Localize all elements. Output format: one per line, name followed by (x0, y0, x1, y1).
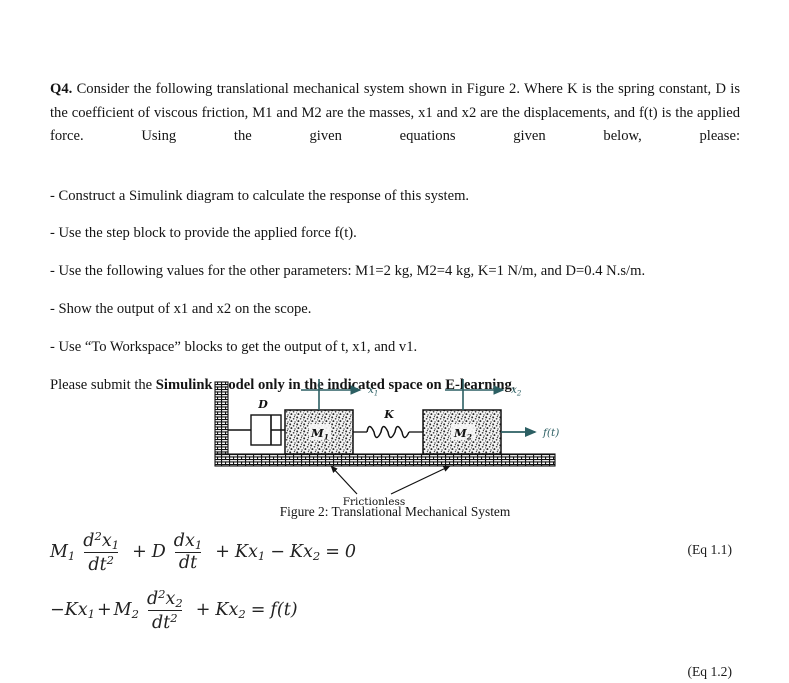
fixed-wall (214, 381, 229, 455)
displacement-x2-marker: x2 (445, 379, 522, 410)
bullet-item-2: - Use the step block to provide the appl… (50, 225, 357, 242)
document-page: Q4. Consider the following translational… (0, 0, 789, 683)
eq2-equals: = (250, 600, 266, 621)
eq2-frac-1: d2x2 dt2 (146, 587, 183, 634)
mechanical-system-diagram: D M1 x1 K M2 x2 f(t) Frictionless (214, 379, 559, 508)
frictionless-callout: Frictionless (330, 465, 451, 508)
eq2-plus-1: + (96, 600, 112, 621)
applied-force-arrow: f(t) (501, 426, 559, 439)
eq1-d: D (151, 542, 166, 563)
eq1-rhs: 0 (344, 542, 356, 563)
intro-text: Consider the following translational mec… (50, 81, 740, 145)
eq1-frac-1: d2x1 dt2 (83, 529, 120, 576)
bullet-item-4: - Show the output of x1 and x2 on the sc… (50, 301, 312, 318)
equation-row-1: M1 d2x1 dt2 + D dx1 dt + Kx1 − Kx2 = 0 (… (50, 530, 740, 576)
equation-number-2: (Eq 1.2) (687, 664, 732, 679)
eq1-m1: M1 (50, 541, 76, 563)
frictionless-floor (214, 453, 556, 467)
eq1-plus-1: + (132, 542, 147, 563)
eq2-m2: M2 (113, 599, 139, 621)
question-label: Q4. (50, 81, 73, 97)
spring-element: K (353, 408, 423, 439)
figure-caption: Figure 2: Translational Mechanical Syste… (279, 504, 511, 519)
x2-label: x2 (511, 384, 522, 398)
spring-label: K (383, 408, 394, 421)
intro-paragraph: Q4. Consider the following translational… (50, 78, 740, 173)
bullet-item-1: - Construct a Simulink diagram to calcul… (50, 187, 470, 204)
equations-block: M1 d2x1 dt2 + D dx1 dt + Kx1 − Kx2 = 0 (… (50, 530, 740, 679)
bullet-item-3: - Use the following values for the other… (50, 263, 646, 280)
equation-row-2: −Kx1 + M2 d2x2 dt2 + Kx2 = f(t) (Eq 1.2) (50, 588, 740, 679)
force-label: f(t) (542, 427, 559, 439)
displacement-x1-marker: x1 (301, 379, 378, 410)
eq1-frac-2: dx1 dt (173, 531, 203, 574)
eq2-rhs: f(t) (270, 600, 298, 621)
eq2-minus-kx1: −Kx1 (50, 599, 95, 621)
eq1-kx2: Kx2 (289, 541, 321, 563)
eq1-plus-2: + (215, 542, 230, 563)
x1-label: x1 (368, 384, 378, 398)
document-content: Q4. Consider the following translational… (50, 78, 740, 679)
equation-number-1: (Eq 1.1) (687, 542, 732, 557)
mass-block-1: M1 (284, 409, 354, 455)
eq1-equals: = (325, 542, 340, 563)
equation-2-math: −Kx1 + M2 d2x2 dt2 + Kx2 = f(t) (50, 588, 298, 633)
eq2-plus-2: + (195, 600, 211, 621)
equation-1-math: M1 d2x1 dt2 + D dx1 dt + Kx1 − Kx2 = 0 (50, 530, 356, 575)
eq2-kx2: Kx2 (215, 599, 246, 621)
figure-translational-system: D M1 x1 K M2 x2 f(t) Frictionless (50, 374, 740, 524)
mass-block-2: M2 (422, 409, 502, 455)
eq1-kx1: Kx1 (234, 541, 266, 563)
damper-label: D (257, 398, 268, 411)
bullet-item-5: - Use “To Workspace” blocks to get the o… (50, 339, 418, 356)
eq1-minus: − (270, 542, 285, 563)
